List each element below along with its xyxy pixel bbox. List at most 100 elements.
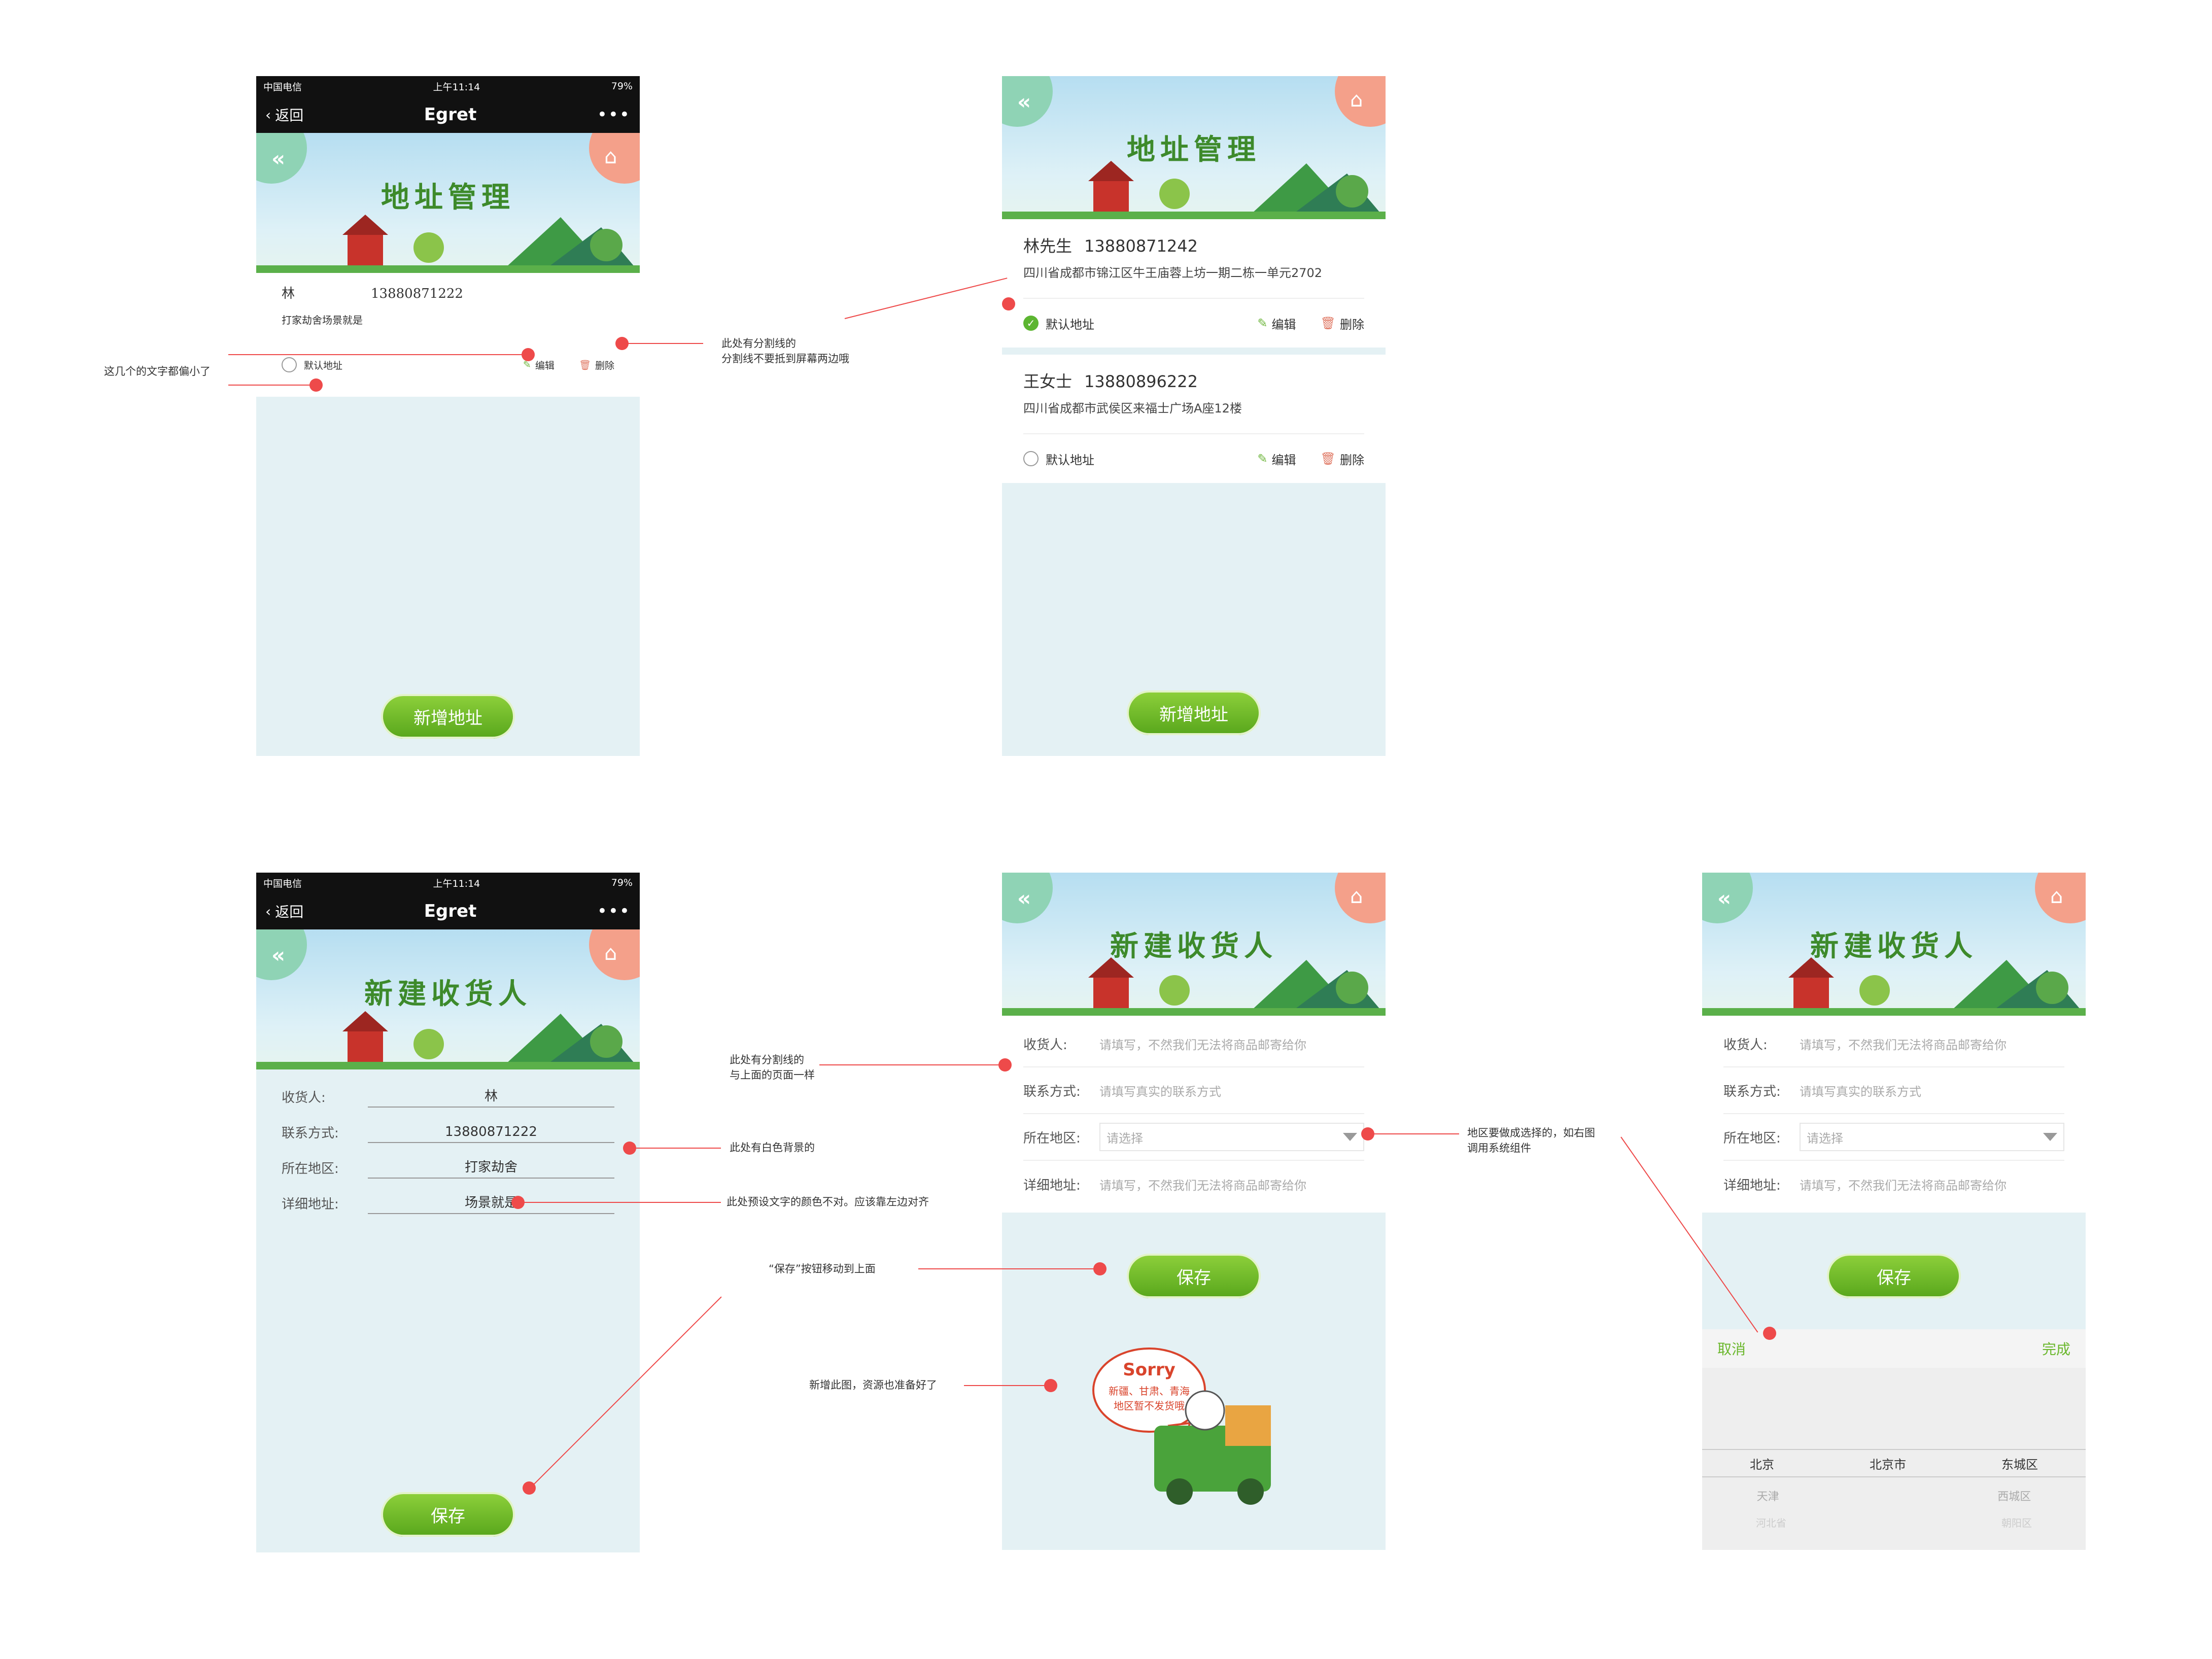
address-card: 王女士 13880896222 四川省成都市武侯区来福士广场A座12楼 默认地址 … [1002, 355, 1386, 483]
province-option[interactable]: 河北省 [1756, 1515, 1786, 1530]
more-button[interactable]: ••• [597, 105, 631, 125]
phone-input[interactable]: 13880871222 [368, 1121, 614, 1143]
phone-input[interactable]: 请填写真实的联系方式 [1800, 1082, 1921, 1099]
area-select[interactable]: 请选择 [1800, 1123, 2064, 1151]
banner-title: 地址管理 [381, 181, 515, 214]
area-select[interactable]: 请选择 [1099, 1123, 1364, 1151]
receiver-input[interactable]: 林 [368, 1085, 614, 1108]
edit-button[interactable]: ✎ 编辑 [1257, 450, 1296, 468]
district-option[interactable]: 朝阳区 [2001, 1515, 2032, 1530]
area-placeholder: 请选择 [1807, 1131, 1843, 1146]
home-corner-button[interactable]: ⌂ [1335, 873, 1386, 923]
address-input[interactable]: 请填写，不然我们无法将商品邮寄给你 [1099, 1176, 1306, 1193]
address-input[interactable]: 场景就是 [368, 1192, 614, 1214]
district-option[interactable]: 东城区 [2001, 1455, 2038, 1472]
picker-columns[interactable]: 北京 北京市 东城区 天津 西城区 河北省 朝阳区 [1702, 1368, 2086, 1550]
city-option[interactable]: 北京市 [1870, 1455, 1906, 1472]
home-icon: ⌂ [2050, 885, 2063, 908]
sorry-truck-illustration [1092, 1347, 1271, 1505]
edit-icon: ✎ [1257, 452, 1268, 466]
phone-input[interactable]: 请填写真实的联系方式 [1099, 1082, 1221, 1099]
back-corner-button[interactable]: « [1002, 76, 1053, 127]
address-phone: 13880871242 [1084, 236, 1198, 256]
home-corner-button[interactable]: ⌂ [1335, 76, 1386, 127]
screen-area-picker: « ⌂ 新建收货人 收货人: 请填写，不然我们无法将商品邮寄给你 联系方式: 请填写… [1702, 873, 2086, 1550]
double-chevron-left-icon: « [1017, 89, 1031, 114]
more-button[interactable]: ••• [597, 901, 631, 921]
screen-address-wechat: 中国电信 上午11:14 79% ‹ 返回 Egret ••• « ⌂ 地址管理 … [256, 76, 640, 756]
address-ops: 默认地址 ✎ 编辑 🗑 删除 [282, 357, 614, 372]
default-radio[interactable]: ✓ 默认地址 [1023, 315, 1094, 332]
banner: « ⌂ 新建收货人 [256, 929, 640, 1069]
check-circle-icon: ✓ [1023, 316, 1039, 331]
phone-row: 联系方式: 13880871222 [256, 1114, 640, 1150]
back-label: 返回 [275, 107, 304, 124]
picker-cancel-button[interactable]: 取消 [1717, 1338, 1746, 1359]
receiver-form: 收货人: 请填写，不然我们无法将商品邮寄给你 联系方式: 请填写真实的联系方式 所在… [1702, 1016, 2086, 1213]
back-corner-button[interactable]: « [1002, 873, 1053, 923]
back-corner-button[interactable]: « [1702, 873, 1753, 923]
screen-new-receiver-revised: « ⌂ 新建收货人 收货人: 请填写，不然我们无法将商品邮寄给你 联系方式: 请填写… [1002, 873, 1386, 1550]
battery-label: 79% [611, 81, 633, 92]
save-button[interactable]: 保存 [1829, 1256, 1959, 1296]
annotation-line [964, 1385, 1050, 1386]
province-option[interactable]: 天津 [1757, 1488, 1779, 1504]
picker-selected-row: 北京 北京市 东城区 [1702, 1449, 2086, 1477]
receiver-input[interactable]: 请填写，不然我们无法将商品邮寄给你 [1099, 1035, 1306, 1053]
phone-row: 联系方式: 请填写真实的联系方式 [1723, 1067, 2064, 1114]
address-ops: 默认地址 ✎ 编辑 🗑 删除 [1023, 433, 1364, 483]
area-row: 所在地区: 打家劫舍 [256, 1150, 640, 1185]
annotation-line [819, 1064, 1006, 1065]
delete-button[interactable]: 🗑 删除 [1321, 450, 1364, 468]
default-label: 默认地址 [1046, 453, 1094, 467]
district-option[interactable]: 西城区 [1997, 1488, 2031, 1504]
address-detail: 四川省成都市锦江区牛王庙蓉上坊一期二栋一单元2702 [1023, 266, 1323, 280]
battery-label: 79% [611, 877, 633, 888]
annotation-divider-line2: 分割线不要抵到屏幕两边哦 [721, 353, 849, 365]
area-input[interactable]: 打家劫舍 [368, 1156, 614, 1179]
home-corner-button[interactable]: ⌂ [2035, 873, 2086, 923]
banner-title: 新建收货人 [364, 977, 532, 1011]
annotation-placeholder-color: 此处预设文字的颜色不对。应该靠左边对齐 [727, 1196, 929, 1208]
trash-icon: 🗑 [578, 359, 591, 371]
picker-done-button[interactable]: 完成 [2042, 1338, 2070, 1359]
time-label: 上午11:14 [433, 81, 480, 93]
annotation-dot [522, 348, 535, 361]
back-button[interactable]: ‹ 返回 [265, 901, 303, 921]
annotation-dot [1002, 297, 1015, 310]
back-button[interactable]: ‹ 返回 [265, 105, 303, 125]
area-row: 所在地区: 请选择 [1023, 1114, 1364, 1161]
default-radio[interactable]: 默认地址 [1023, 450, 1094, 468]
delete-button[interactable]: 🗑 删除 [579, 358, 614, 372]
default-radio[interactable]: 默认地址 [282, 357, 342, 372]
double-chevron-left-icon: « [1017, 886, 1031, 911]
delete-button[interactable]: 🗑 删除 [1321, 315, 1364, 332]
province-option[interactable]: 北京 [1750, 1455, 1774, 1472]
sorry-line2: 地区暂不发货哦 [1114, 1400, 1185, 1412]
time-label: 上午11:14 [433, 878, 480, 889]
save-button[interactable]: 保存 [1129, 1256, 1259, 1296]
annotation-new-image: 新增此图，资源也准备好了 [809, 1379, 937, 1391]
picker-toolbar: 取消 完成 [1702, 1329, 2086, 1368]
phone-row: 联系方式: 请填写真实的联系方式 [1023, 1067, 1364, 1114]
annotation-line [918, 1268, 1100, 1269]
screen-new-receiver-wechat: 中国电信 上午11:14 79% ‹ 返回 Egret ••• « ⌂ 新建收货人… [256, 873, 640, 1552]
nav-bar: ‹ 返回 Egret ••• [256, 96, 640, 133]
edit-button[interactable]: ✎ 编辑 [1257, 315, 1296, 332]
address-card: 林先生 13880871242 四川省成都市锦江区牛王庙蓉上坊一期二栋一单元270… [1002, 219, 1386, 348]
annotation-dot [998, 1058, 1012, 1072]
address-phone: 13880871222 [371, 286, 463, 301]
address-input[interactable]: 请填写，不然我们无法将商品邮寄给你 [1800, 1176, 2007, 1193]
save-button[interactable]: 保存 [383, 1494, 513, 1535]
address-row: 详细地址: 请填写，不然我们无法将商品邮寄给你 [1023, 1161, 1364, 1207]
address-label: 详细地址: [1723, 1178, 1781, 1193]
delete-label: 删除 [1340, 317, 1364, 332]
receiver-input[interactable]: 请填写，不然我们无法将商品邮寄给你 [1800, 1035, 2007, 1053]
add-address-button[interactable]: 新增地址 [383, 696, 513, 737]
receiver-row: 收货人: 请填写，不然我们无法将商品邮寄给你 [1723, 1021, 2064, 1067]
address-name: 王女士 [1023, 372, 1073, 391]
add-address-button[interactable]: 新增地址 [1129, 693, 1259, 733]
receiver-row: 收货人: 林 [256, 1079, 640, 1114]
address-name-row: 林先生 13880871242 [1023, 233, 1364, 257]
address-label: 详细地址: [1023, 1178, 1081, 1193]
